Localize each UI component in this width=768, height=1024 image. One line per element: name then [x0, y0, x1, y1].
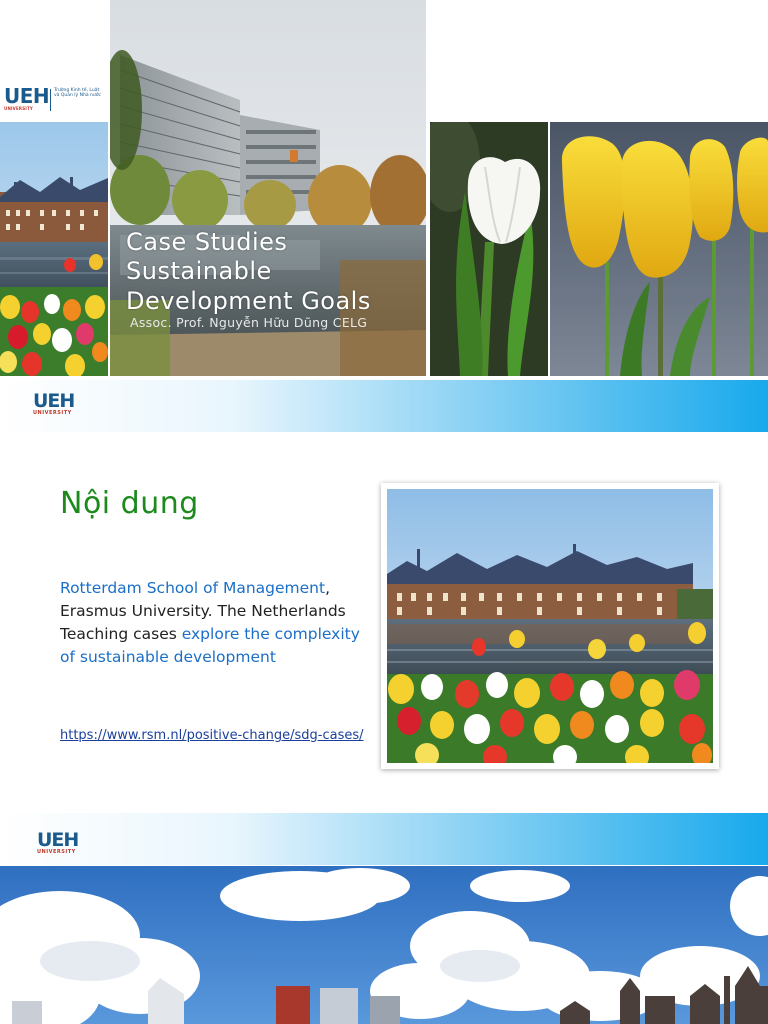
- logo-panel: UEH UNIVERSITY Trường Kinh tế, Luật và Q…: [0, 0, 110, 122]
- logo-text: Trường Kinh tế, Luật và Quản lý Nhà nước: [54, 88, 110, 98]
- binnenhof-tulips-photo-small: [0, 122, 108, 376]
- body-comma: ,: [325, 579, 331, 597]
- document-pages: UEH UNIVERSITY Trường Kinh tế, Luật và Q…: [0, 0, 768, 1024]
- title-line-2: Sustainable: [126, 257, 272, 285]
- slide-subtitle: Assoc. Prof. Nguyễn Hữu Dũng CELG: [130, 315, 368, 330]
- slide-title: Case Studies Sustainable Development Goa…: [126, 228, 371, 316]
- yellow-tulips-illustration: [550, 122, 768, 376]
- band-logo-sub: UNIVERSITY: [33, 410, 72, 416]
- logo-text-line2: và Quản lý Nhà nước: [54, 93, 101, 98]
- slide-3-header-band: UEH UNIVERSITY: [0, 813, 768, 865]
- ueh-logo-band-2: UEH UNIVERSITY: [37, 829, 79, 855]
- band-logo-mark: UEH: [33, 390, 75, 412]
- band-logo-sub-2: UNIVERSITY: [37, 849, 76, 855]
- rsm-sdg-cases-link[interactable]: https://www.rsm.nl/positive-change/sdg-c…: [60, 728, 364, 743]
- logo-mark: UEH: [4, 84, 50, 108]
- ueh-logo-band: UEH UNIVERSITY: [33, 390, 75, 416]
- the-hague-skyline-illustration: [0, 866, 768, 1024]
- body-teaching-cases: Teaching cases: [60, 625, 182, 643]
- binnenhof-tulips-illustration-large: [387, 489, 713, 763]
- yellow-tulips-photo: [550, 122, 768, 376]
- body-university: Erasmus University. The Netherlands: [60, 602, 346, 620]
- content-heading: Nội dung: [60, 486, 199, 521]
- title-line-1: Case Studies: [126, 228, 288, 256]
- slide-2-header-band: UEH UNIVERSITY: [0, 380, 768, 432]
- white-tulip-photo: [430, 122, 548, 376]
- binnenhof-photo-frame: [381, 483, 719, 769]
- content-body: Rotterdam School of Management, Erasmus …: [60, 577, 370, 669]
- the-hague-skyline-photo: [0, 866, 768, 1024]
- title-line-3: Development Goals: [126, 287, 371, 315]
- rsm-name: Rotterdam School of Management: [60, 579, 326, 597]
- white-tulip-illustration: [430, 122, 548, 376]
- logo-divider: [50, 89, 51, 111]
- band-logo-mark-2: UEH: [37, 829, 79, 851]
- binnenhof-tulips-illustration: [0, 122, 108, 376]
- ueh-logo: UEH UNIVERSITY: [4, 84, 50, 111]
